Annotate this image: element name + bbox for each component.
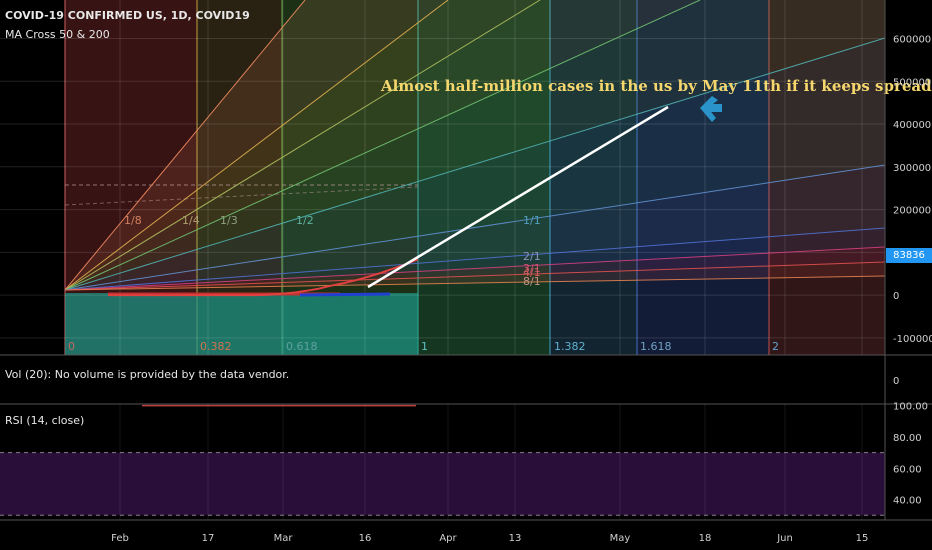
price-axis-tick: 200000 — [893, 206, 931, 217]
fib-zone-label: 0.618 — [286, 340, 318, 353]
price-axis-tick: -100000 — [893, 334, 932, 345]
time-axis-tick: 15 — [856, 533, 869, 544]
rsi-axis-tick: 60.00 — [893, 464, 922, 475]
volume-legend[interactable]: Vol (20): No volume is provided by the d… — [5, 368, 289, 381]
ma-50-line — [299, 292, 391, 297]
price-axis-tick: 600000 — [893, 34, 931, 45]
gann-fan-label: 1/2 — [296, 214, 314, 227]
chart-stage: 0 0.382 0.618 1 1.382 1.618 2 1/8 1/4 1/3 1/2 1/1 2… — [0, 0, 932, 550]
ma-cross-legend[interactable]: MA Cross 50 & 200 — [5, 28, 110, 41]
gann-fan-label: 8/1 — [523, 275, 541, 288]
time-axis-tick: 17 — [202, 533, 215, 544]
fib-zone-label: 1.382 — [554, 340, 586, 353]
time-axis-tick: Jun — [776, 533, 793, 544]
fib-zone-label: 0.382 — [200, 340, 232, 353]
fib-zone-label: 1.618 — [640, 340, 672, 353]
rsi-legend[interactable]: RSI (14, close) — [5, 414, 84, 427]
price-axis-tick: 0 — [893, 291, 899, 302]
rsi-axis-tick: 80.00 — [893, 433, 922, 444]
time-axis-tick: May — [610, 533, 631, 544]
gann-fan-label: 1/8 — [124, 214, 142, 227]
time-axis-tick: Mar — [274, 533, 294, 544]
gann-fan-label: 1/1 — [523, 214, 541, 227]
price-axis-tick: 400000 — [893, 120, 931, 131]
rsi-axis-tick: 100.00 — [893, 402, 928, 413]
time-axis-tick: Apr — [439, 533, 457, 544]
time-axis-tick: Feb — [111, 533, 129, 544]
price-axis-tick: 300000 — [893, 163, 931, 174]
time-axis-tick: 16 — [359, 533, 372, 544]
gann-fan-label: 1/3 — [220, 214, 238, 227]
rsi-band — [0, 452, 885, 516]
last-price-tag: 83836 — [886, 248, 932, 263]
time-axis-tick: 18 — [699, 533, 712, 544]
annotation-text[interactable]: Almost half-million cases in the us by M… — [380, 77, 932, 95]
symbol-title[interactable]: COVID-19 CONFIRMED US, 1D, COVID19 — [5, 9, 250, 22]
volume-axis-label: 0 — [893, 376, 899, 387]
price-axis-tick: 500000 — [893, 77, 931, 88]
gann-fan-label: 1/4 — [182, 214, 200, 227]
fib-zone-label: 1 — [421, 340, 428, 353]
left-arrow-icon — [706, 104, 722, 112]
fib-zone-label: 0 — [68, 340, 75, 353]
fib-zone-label: 2 — [772, 340, 779, 353]
time-axis-tick: 13 — [509, 533, 522, 544]
rsi-axis-tick: 40.00 — [893, 496, 922, 507]
